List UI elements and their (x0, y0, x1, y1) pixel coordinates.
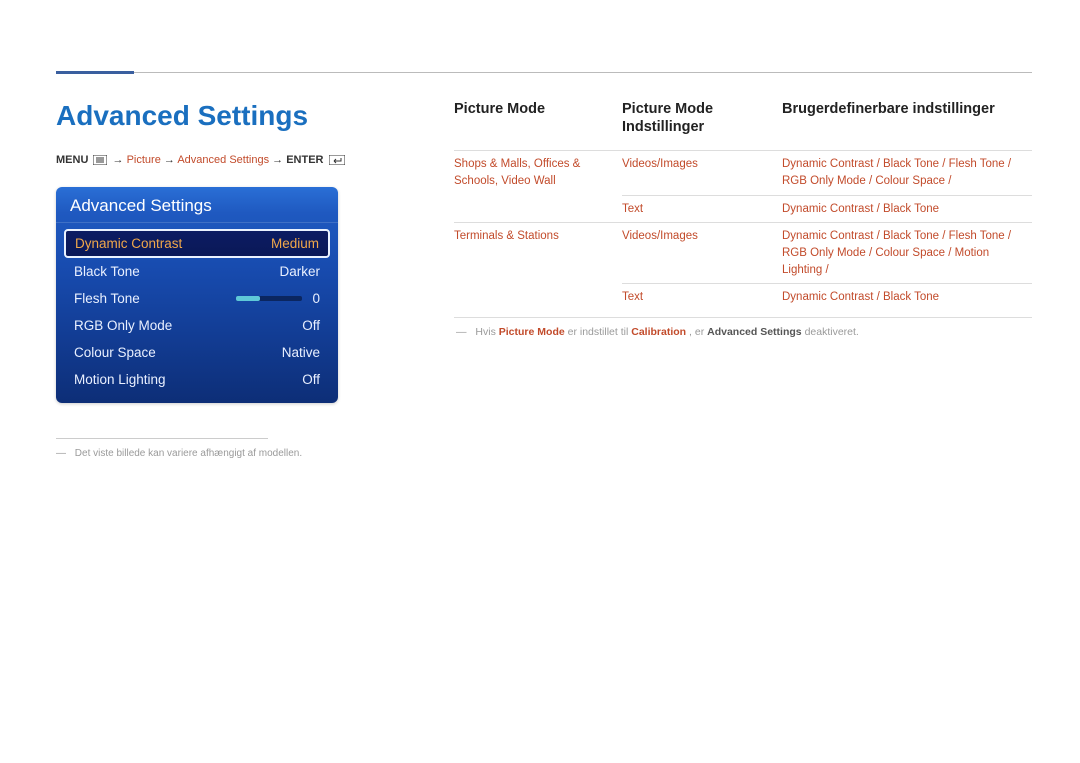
breadcrumb-advanced: Advanced Settings (177, 154, 269, 166)
calib-post: deaktiveret. (805, 326, 859, 338)
breadcrumb: MENU → Picture → Advanced Settings → ENT… (56, 154, 347, 166)
top-rule-accent (56, 71, 134, 74)
slider-fill (236, 296, 260, 301)
table-header-picture-mode: Picture Mode (454, 100, 622, 136)
breadcrumb-enter: ENTER (286, 154, 323, 166)
osd-row-black-tone[interactable]: Black Tone Darker (64, 258, 330, 285)
osd-row-motion-lighting[interactable]: Motion Lighting Off (64, 366, 330, 393)
osd-row-value: Native (282, 345, 320, 360)
right-pane: Picture Mode Picture Mode Indstillinger … (454, 100, 1032, 338)
osd-row-label: Dynamic Contrast (75, 236, 182, 251)
osd-title: Advanced Settings (56, 187, 338, 223)
osd-row-value: Off (302, 318, 320, 333)
menu-icon (93, 155, 107, 165)
breadcrumb-arrow-3: → (272, 154, 283, 166)
breadcrumb-arrow-2: → (164, 154, 175, 166)
osd-row-label: RGB Only Mode (74, 318, 172, 333)
osd-panel: Advanced Settings Dynamic Contrast Medium… (56, 187, 338, 403)
calib-mid1: er indstillet til (568, 326, 629, 338)
calib-mid2: , er (689, 326, 704, 338)
breadcrumb-menu: MENU (56, 154, 88, 166)
osd-row-label: Colour Space (74, 345, 156, 360)
footnote-rule (56, 438, 268, 439)
calib-cal: Calibration (631, 326, 686, 338)
flesh-tone-slider[interactable] (236, 296, 302, 301)
footnote-text: Det viste billede kan variere afhængigt … (75, 448, 302, 459)
footnote-dash: ― (56, 448, 66, 459)
osd-row-value: Medium (271, 236, 319, 251)
osd-row-label: Motion Lighting (74, 372, 166, 387)
table-cell-sub: Videos/Images (622, 222, 782, 283)
osd-slider-cell: 0 (236, 291, 320, 306)
osd-row-label: Black Tone (74, 264, 140, 279)
breadcrumb-arrow-1: → (113, 154, 124, 166)
table-cell-mode: Terminals & Stations (454, 222, 622, 311)
calib-pm: Picture Mode (499, 326, 565, 338)
table-header-brugerdef: Brugerdefinerbare indstillinger (782, 100, 1032, 136)
table-cell-opts: Dynamic Contrast / Black Tone (782, 283, 1032, 311)
top-rule (56, 72, 1032, 73)
table-cell-opts: Dynamic Contrast / Black Tone / Flesh To… (782, 222, 1032, 283)
enter-icon (329, 155, 345, 165)
table-header-indstillinger: Picture Mode Indstillinger (622, 100, 782, 136)
table-cell-sub: Videos/Images (622, 150, 782, 194)
footnote: ― Det viste billede kan variere afhængig… (56, 448, 302, 459)
table-cell-opts: Dynamic Contrast / Black Tone / Flesh To… (782, 150, 1032, 194)
calib-adv: Advanced Settings (707, 326, 802, 338)
osd-row-rgb-only-mode[interactable]: RGB Only Mode Off (64, 312, 330, 339)
breadcrumb-picture: Picture (127, 154, 161, 166)
osd-row-dynamic-contrast[interactable]: Dynamic Contrast Medium (64, 229, 330, 258)
calib-dash: ― (456, 326, 467, 338)
table-headers: Picture Mode Picture Mode Indstillinger … (454, 100, 1032, 136)
osd-row-label: Flesh Tone (74, 291, 140, 306)
table-cell-mode: Shops & Malls, Offices & Schools, Video … (454, 150, 622, 222)
settings-table: Shops & Malls, Offices & Schools, Video … (454, 150, 1032, 311)
calib-pre: Hvis (475, 326, 495, 338)
osd-row-value: 0 (312, 291, 320, 306)
table-cell-opts: Dynamic Contrast / Black Tone (782, 195, 1032, 223)
osd-row-colour-space[interactable]: Colour Space Native (64, 339, 330, 366)
osd-rows: Dynamic Contrast Medium Black Tone Darker Fl… (56, 223, 338, 403)
table-cell-sub: Text (622, 195, 782, 223)
osd-row-value: Darker (279, 264, 320, 279)
osd-row-value: Off (302, 372, 320, 387)
osd-row-flesh-tone[interactable]: Flesh Tone 0 (64, 285, 330, 312)
page-title: Advanced Settings (56, 100, 308, 132)
calibration-note: ― Hvis Picture Mode er indstillet til Ca… (454, 317, 1032, 338)
table-cell-sub: Text (622, 283, 782, 311)
